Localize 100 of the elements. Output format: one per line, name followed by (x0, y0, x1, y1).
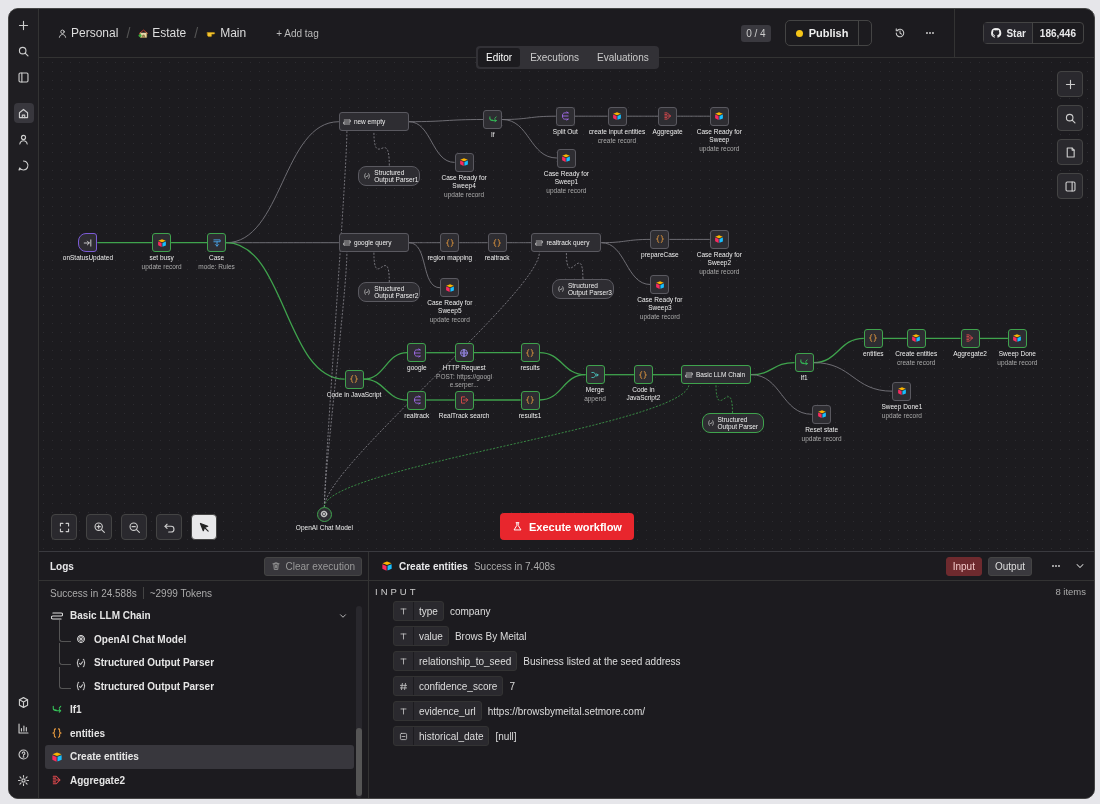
canvas-tool-button[interactable] (1057, 139, 1083, 165)
workflow-node[interactable] (316, 506, 332, 522)
view-toggle-button[interactable]: Input (945, 556, 982, 576)
execute-workflow-button[interactable]: Execute workflow (500, 513, 634, 540)
field-value: 7 (509, 680, 515, 692)
cube-icon (381, 560, 393, 572)
connection-line (676, 115, 711, 117)
panel-icon[interactable] (17, 70, 30, 84)
scrollbar-thumb[interactable] (356, 728, 362, 796)
zoom-out-icon (127, 520, 141, 534)
canvas-tool-button[interactable] (1057, 105, 1083, 131)
log-item[interactable]: Aggregate2 (45, 768, 354, 792)
log-item[interactable]: entities (45, 721, 354, 745)
panel-icon (1063, 179, 1077, 193)
clear-execution-button[interactable]: Clear execution (263, 556, 362, 576)
braces-icon (349, 374, 360, 385)
workflow-node[interactable] (344, 369, 364, 389)
canvas-tool-button[interactable] (51, 514, 77, 540)
workflow-node[interactable] (863, 328, 883, 348)
workflow-node[interactable] (650, 229, 670, 249)
scrollbar[interactable] (356, 606, 362, 798)
connection-line (715, 383, 733, 414)
workflow-node[interactable] (658, 106, 678, 126)
breadcrumb-link[interactable]: Personal (71, 26, 119, 40)
view-tab[interactable]: Executions (522, 48, 588, 67)
workflow-node[interactable] (520, 390, 540, 410)
workflow-node[interactable] (454, 343, 474, 363)
status-dot (795, 29, 803, 37)
user-icon[interactable] (17, 132, 30, 146)
trash-icon (270, 561, 281, 571)
braces-icon (525, 395, 536, 405)
workflow-node[interactable] (454, 390, 474, 410)
workflow-node[interactable] (812, 404, 832, 424)
search-icon[interactable] (17, 44, 30, 58)
workflow-node[interactable] (152, 233, 172, 253)
workflow-node[interactable] (454, 152, 474, 172)
workflow-node[interactable] (633, 365, 653, 385)
chain-icon (51, 609, 63, 622)
cube-icon (714, 234, 725, 245)
workflow-node[interactable] (487, 233, 507, 253)
workflow-node[interactable] (585, 365, 605, 385)
github-star-button[interactable]: Star 186,446 (983, 22, 1084, 44)
view-toggle-button[interactable]: Output (987, 556, 1032, 576)
globe-icon (459, 347, 470, 358)
plus-icon[interactable] (17, 18, 30, 32)
workflow-node[interactable] (407, 343, 427, 363)
workflow-node[interactable] (440, 233, 460, 253)
number-type-icon (399, 681, 408, 691)
workflow-node[interactable] (1007, 328, 1027, 348)
connection-line (652, 374, 682, 376)
aggregate-icon (662, 111, 673, 122)
view-tab[interactable]: Editor (478, 48, 521, 67)
workflow-node[interactable] (483, 110, 503, 129)
user-icon (57, 27, 68, 39)
workflow-node[interactable] (650, 275, 670, 294)
log-item[interactable]: Basic LLM Chain (45, 604, 354, 628)
cube-icon (561, 153, 572, 163)
connection-line (626, 115, 659, 117)
settings-icon[interactable] (17, 773, 30, 787)
workflow-node[interactable] (892, 381, 912, 401)
workflow-node[interactable] (407, 390, 427, 410)
openai-icon (75, 633, 87, 646)
log-item[interactable]: Create entities (45, 745, 354, 769)
workflow-node[interactable] (207, 233, 227, 253)
workflow-node[interactable] (78, 233, 98, 253)
workflow-node[interactable] (709, 229, 729, 249)
breadcrumb-link[interactable]: Main (220, 26, 247, 40)
fit-view-icon (57, 520, 71, 534)
workflow-node[interactable] (607, 106, 627, 126)
add-tag-link[interactable]: + Add tag (276, 27, 319, 39)
workflow-node[interactable] (555, 106, 575, 126)
workflow-node[interactable] (709, 106, 729, 126)
connection-line (96, 242, 153, 244)
view-tab[interactable]: Evaluations (589, 48, 657, 67)
connection-line (978, 337, 1009, 340)
help-icon[interactable] (17, 747, 30, 761)
workflow-node[interactable] (794, 353, 814, 373)
section-label: INPUT (375, 586, 419, 597)
history-icon[interactable] (894, 27, 907, 39)
braces-icon (868, 333, 879, 344)
canvas-tool-button[interactable] (1057, 71, 1083, 97)
version-badge: 0 / 4 (741, 24, 771, 42)
workflow-node[interactable] (960, 328, 980, 348)
parser-icon (363, 288, 372, 297)
cube-icon[interactable] (17, 695, 30, 709)
breadcrumb-link[interactable]: Estate (152, 26, 187, 40)
workflow-node[interactable] (440, 278, 460, 298)
workflow-node[interactable] (520, 343, 540, 363)
workflow-node[interactable] (906, 328, 926, 348)
canvas-tool-button[interactable] (121, 514, 147, 540)
panel-title: Logs (50, 560, 74, 572)
canvas-tool-button[interactable] (191, 514, 217, 540)
chart-icon[interactable] (17, 721, 30, 735)
canvas-tool-button[interactable] (156, 514, 182, 540)
split-icon (411, 347, 422, 358)
log-item[interactable]: If1 (45, 698, 354, 722)
github-icon (990, 27, 1003, 39)
connection-line (603, 374, 635, 376)
workflow-node[interactable] (556, 148, 576, 168)
canvas-tool-button[interactable] (86, 514, 112, 540)
